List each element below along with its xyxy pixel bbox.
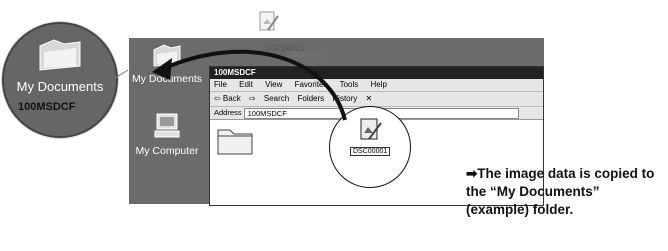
image-file-icon[interactable] bbox=[357, 117, 383, 143]
desktop-icon-label: My Computer bbox=[135, 145, 199, 157]
folder-icon[interactable] bbox=[216, 124, 256, 156]
menu-file[interactable]: File bbox=[214, 80, 227, 89]
menu-bar: File Edit View Favorites Tools Help bbox=[210, 79, 543, 92]
my-documents-magnified: My Documents bbox=[2, 22, 118, 138]
file-label: DSC00001 bbox=[350, 147, 391, 156]
folder-icon bbox=[153, 44, 181, 67]
image-file-icon bbox=[259, 11, 279, 31]
menu-edit[interactable]: Edit bbox=[239, 80, 253, 89]
search-button[interactable]: Search bbox=[264, 94, 289, 103]
address-label: Address bbox=[214, 108, 242, 117]
menu-help[interactable]: Help bbox=[371, 80, 387, 89]
menu-favorites[interactable]: Favorites bbox=[295, 80, 328, 89]
folder-icon bbox=[39, 39, 81, 71]
window-title: 100MSDCF bbox=[210, 67, 543, 79]
folder-label: 100MSDCF bbox=[18, 101, 76, 113]
drag-ghost-label: DSC00001 bbox=[286, 50, 326, 59]
desktop-icon-my-documents[interactable]: My Documents bbox=[130, 42, 204, 85]
history-button[interactable]: History bbox=[332, 94, 357, 103]
forward-button[interactable]: ⇨ bbox=[249, 94, 256, 103]
bubble-label: My Documents bbox=[16, 79, 104, 94]
desktop-icon-my-computer[interactable]: My Computer bbox=[130, 112, 204, 157]
delete-button[interactable]: ✕ bbox=[366, 94, 373, 103]
desktop-lower bbox=[129, 152, 212, 204]
computer-icon bbox=[154, 113, 180, 138]
menu-view[interactable]: View bbox=[265, 80, 282, 89]
back-button[interactable]: ⇦ Back bbox=[214, 94, 241, 103]
folders-button[interactable]: Folders bbox=[297, 94, 324, 103]
description-text: ➡The image data is copied to the “My Doc… bbox=[466, 166, 655, 217]
toolbar: ⇦ Back ⇨ Search Folders History ✕ bbox=[210, 92, 543, 107]
menu-tools[interactable]: Tools bbox=[340, 80, 359, 89]
window-title-text: 100MSDCF bbox=[214, 68, 256, 77]
desktop-icon-label: My Documents bbox=[131, 73, 203, 85]
